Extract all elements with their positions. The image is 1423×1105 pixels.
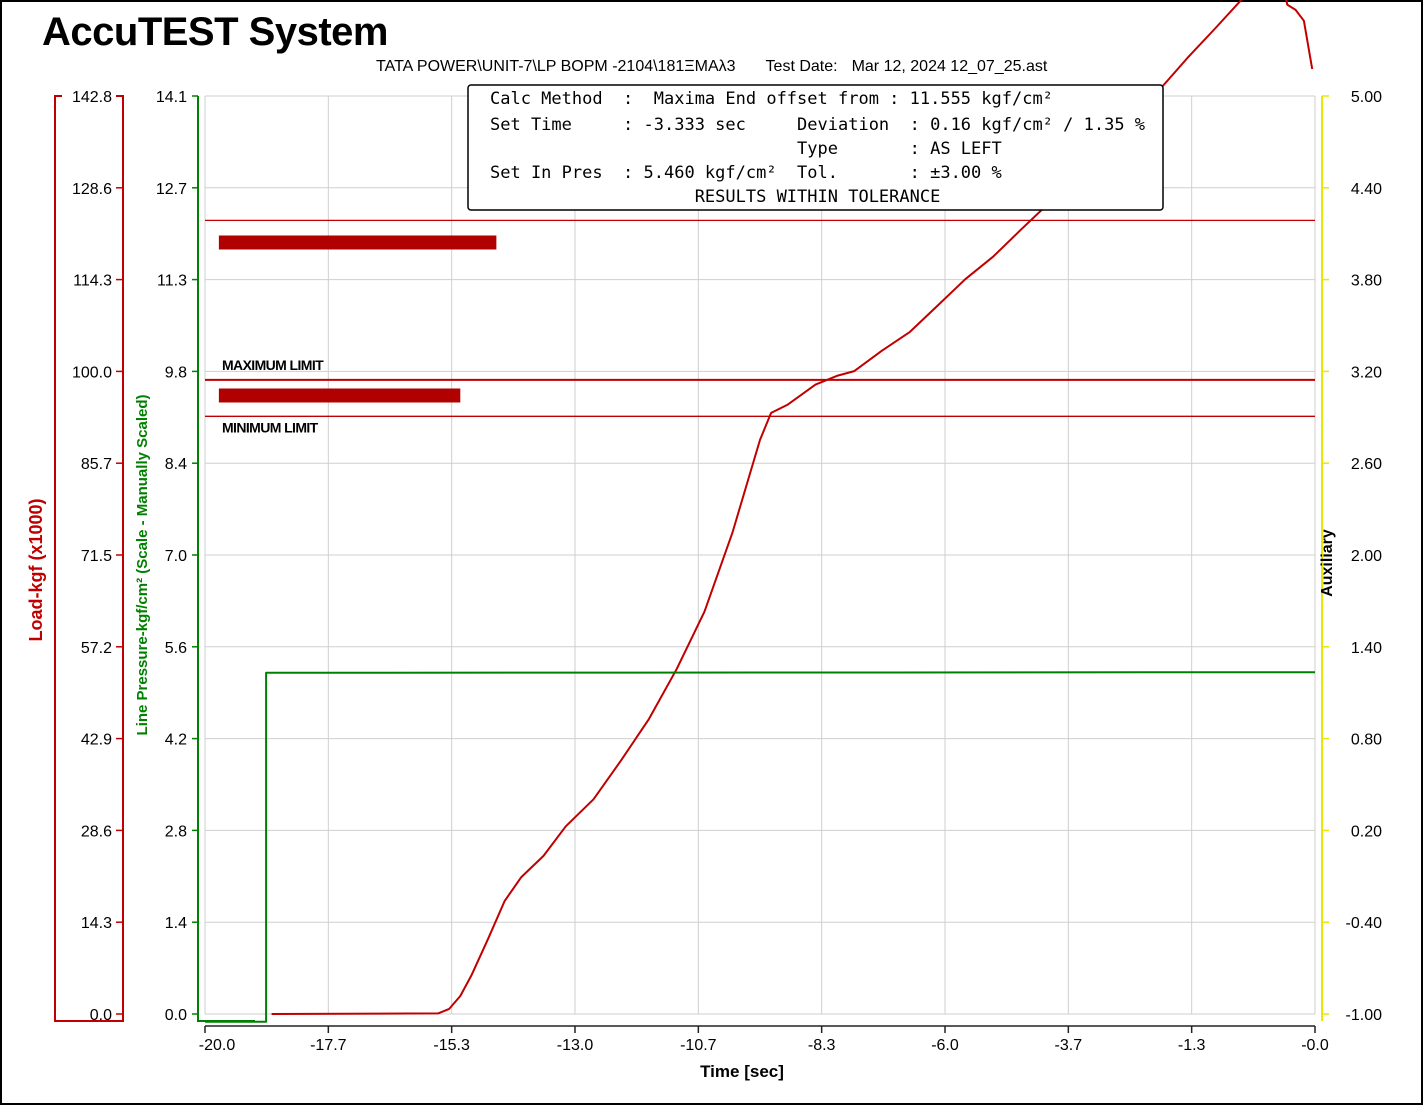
auxiliary-tick-label: 5.00: [1351, 89, 1382, 106]
maximum-limit-label: MAXIMUM LIMIT: [222, 357, 324, 373]
load-tick-label: 57.2: [81, 640, 112, 657]
results-row-3: Type : AS LEFT: [490, 139, 1002, 159]
load-tick-label: 114.3: [73, 273, 112, 290]
pressure-tick-label: 1.4: [165, 915, 187, 932]
load-tick-label: 71.5: [81, 548, 112, 565]
auxiliary-tick-label: 0.20: [1351, 823, 1382, 840]
x-tick-label: -20.0: [199, 1037, 236, 1054]
x-tick-label: -10.7: [680, 1037, 717, 1054]
limit-bar-1: [218, 235, 497, 250]
pressure-tick-label: 7.0: [165, 548, 187, 565]
pressure-tick-label: 4.2: [165, 732, 187, 749]
pressure-tick-label: 12.7: [156, 181, 187, 198]
pressure-series-line: [205, 671, 1316, 1023]
auxiliary-tick-label: 4.40: [1351, 181, 1382, 198]
results-row-2: Set Time : -3.333 sec Deviation : 0.16 k…: [490, 115, 1145, 135]
pressure-tick-label: 0.0: [165, 1007, 187, 1024]
results-status: RESULTS WITHIN TOLERANCE: [490, 187, 940, 207]
auxiliary-axis-label: Auxiliary: [1319, 529, 1336, 597]
load-tick-label: 100.0: [72, 364, 112, 381]
x-axis-label: Time [sec]: [700, 1062, 784, 1081]
auxiliary-tick-label: 0.80: [1351, 732, 1382, 749]
pressure-axis-label: Line Pressure-kgf/cm² (Scale - Manually …: [134, 395, 151, 736]
pressure-tick-label: 9.8: [165, 364, 187, 381]
load-tick-label: 14.3: [81, 915, 112, 932]
auxiliary-tick-label: 1.40: [1351, 640, 1382, 657]
load-tick-label: 0.0: [90, 1007, 112, 1024]
minimum-limit-label: MINIMUM LIMIT: [222, 419, 319, 435]
pressure-tick-label: 8.4: [165, 456, 187, 473]
limit-layer: MAXIMUM LIMIT MINIMUM LIMIT: [205, 219, 1315, 435]
auxiliary-tick-label: 2.00: [1351, 548, 1382, 565]
load-tick-label: 85.7: [81, 456, 112, 473]
auxiliary-tick-label: -1.00: [1346, 1007, 1383, 1024]
auxiliary-tick-label: -0.40: [1346, 915, 1383, 932]
auxiliary-tick-label: 2.60: [1351, 456, 1382, 473]
x-tick-label: -15.3: [433, 1037, 470, 1054]
pressure-tick-label: 11.3: [157, 273, 187, 290]
pressure-tick-label: 5.6: [165, 640, 187, 657]
load-tick-label: 42.9: [81, 732, 112, 749]
x-tick-label: -3.7: [1055, 1037, 1083, 1054]
auxiliary-tick-label: 3.80: [1351, 273, 1382, 290]
results-row-4: Set In Pres : 5.460 kgf/cm² Tol. : ±3.00…: [490, 163, 1002, 183]
auxiliary-tick-label: 3.20: [1351, 364, 1382, 381]
pressure-axis-line: [197, 96, 255, 1022]
results-box: Calc Method : Maxima End offset from : 1…: [467, 84, 1164, 211]
pressure-tick-label: 14.1: [156, 89, 187, 106]
x-tick-label: -1.3: [1178, 1037, 1206, 1054]
results-row-1: Calc Method : Maxima End offset from : 1…: [490, 89, 1053, 109]
grid-layer: [204, 95, 1316, 1015]
pressure-tick-label: 2.8: [165, 823, 187, 840]
x-tick-label: -8.3: [808, 1037, 836, 1054]
load-axis-label: Load-kgf (x1000): [26, 498, 46, 641]
limit-bar-2: [218, 388, 461, 403]
x-tick-label: -17.7: [310, 1037, 347, 1054]
x-tick-label: -13.0: [557, 1037, 594, 1054]
load-tick-label: 142.8: [72, 89, 112, 106]
x-tick-label: -6.0: [931, 1037, 959, 1054]
load-tick-label: 28.6: [81, 823, 112, 840]
load-tick-label: 128.6: [72, 181, 112, 198]
chart-canvas: MAXIMUM LIMIT MINIMUM LIMIT 142.8 128.6 114…: [26, 0, 1383, 1081]
x-tick-label: -0.0: [1301, 1037, 1329, 1054]
